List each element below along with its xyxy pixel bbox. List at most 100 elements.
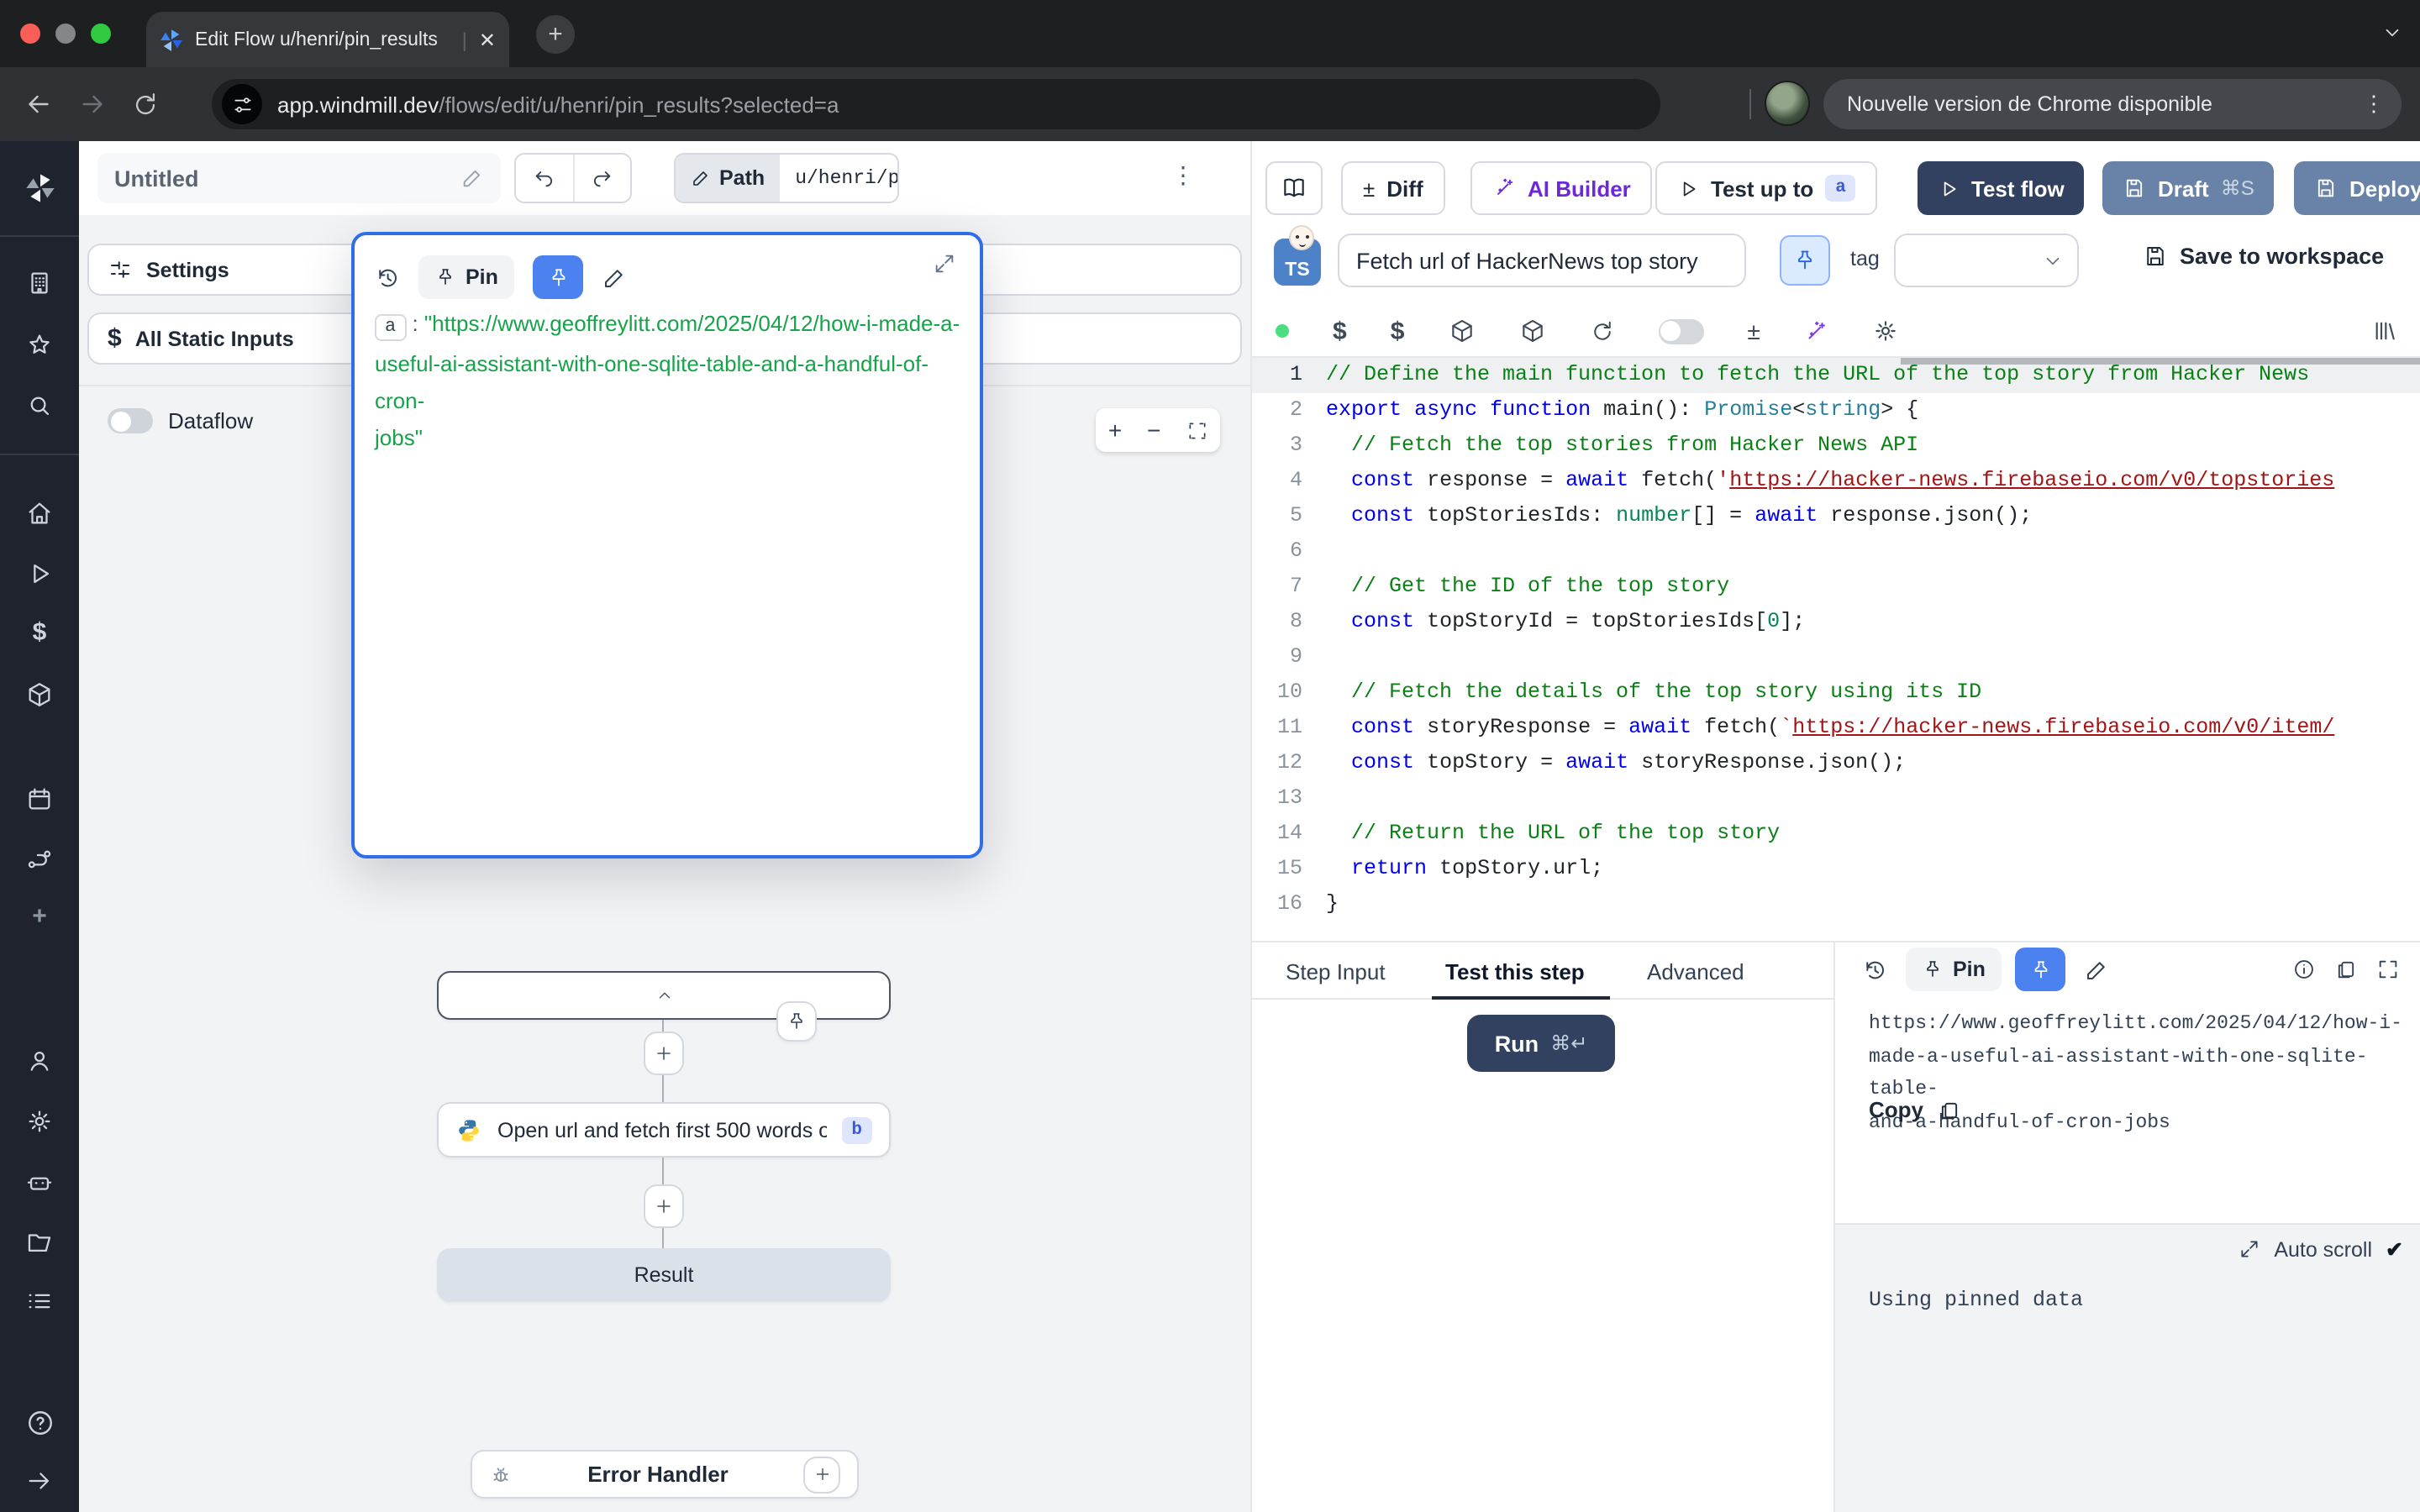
code-line[interactable]: 12 const topStory = await storyResponse.… [1252,746,2420,781]
error-handler-node[interactable]: Error Handler [471,1450,859,1499]
code-line[interactable]: 5 const topStoriesIds: number[] = await … [1252,499,2420,534]
flow-node-step-b[interactable]: Open url and fetch first 500 words of ..… [437,1102,891,1158]
sidebar-item-schedules[interactable] [0,785,79,813]
collapse-chevron-icon[interactable] [655,986,673,1005]
pin-active-button[interactable] [534,255,584,299]
variable-icon[interactable]: $ [1333,318,1347,344]
node-pin-badge[interactable] [776,1001,817,1042]
package-icon[interactable] [1518,318,1545,344]
zoom-in-icon[interactable]: + [1108,417,1122,444]
flow-node-selected[interactable] [437,971,891,1020]
browser-tab[interactable]: Edit Flow u/henri/pin_results | ✕ [146,12,509,67]
collapse-sidebar-icon[interactable] [0,1467,79,1495]
sidebar-item-folders[interactable] [0,1228,79,1257]
edit-path-button[interactable]: Path [676,155,780,202]
path-value[interactable]: u/henri/pin [780,155,899,202]
chrome-update-pill[interactable]: Nouvelle version de Chrome disponible ⋮ [1823,79,2402,129]
close-tab-icon[interactable]: ✕ [479,28,496,51]
sidebar-item-users[interactable] [0,1047,79,1075]
sidebar-item-workspace[interactable] [0,269,79,297]
reload-icon[interactable] [131,90,160,118]
ai-builder-button[interactable]: AI Builder [1470,161,1653,215]
info-icon[interactable] [2292,958,2316,981]
close-window-button[interactable] [20,24,40,44]
edit-name-icon[interactable] [460,166,484,190]
code-line[interactable]: 9 [1252,640,2420,675]
sidebar-item-runs[interactable] [0,559,79,588]
code-line[interactable]: 4 const response = await fetch('https://… [1252,464,2420,499]
tab-test-this-step[interactable]: Test this step [1445,942,1585,1000]
test-up-to-button[interactable]: Test up to a [1655,161,1878,215]
add-error-handler-button[interactable] [803,1456,840,1493]
flow-node-result[interactable]: Result [437,1248,891,1302]
code-line[interactable]: 6 [1252,534,2420,570]
zoom-out-icon[interactable]: − [1147,417,1160,444]
edit-pin-icon[interactable] [2085,957,2110,982]
step-name-input[interactable]: Fetch url of HackerNews top story [1338,234,1746,287]
forward-icon[interactable] [77,89,108,119]
edit-pin-icon[interactable] [602,265,628,290]
pin-toggle-button[interactable]: Pin [418,255,515,299]
resource-icon[interactable]: $ [1391,318,1405,344]
new-tab-button[interactable]: + [536,15,575,54]
search-icon[interactable] [0,391,79,420]
flow-name-input[interactable]: Untitled [97,153,501,203]
diff-icon[interactable]: ± [1747,318,1760,344]
history-icon[interactable] [375,265,400,290]
sidebar-item-resources[interactable] [0,680,79,709]
editor-scrollbar[interactable] [1901,358,2420,365]
maximize-window-button[interactable] [91,24,111,44]
sidebar-item-logs[interactable] [0,1287,79,1315]
code-line[interactable]: 7 // Get the ID of the top story [1252,570,2420,605]
code-line[interactable]: 11 const storyResponse = await fetch(`ht… [1252,711,2420,746]
library-icon[interactable] [2371,318,2398,344]
help-icon[interactable] [0,1408,79,1438]
expand-popup-icon[interactable] [933,252,956,276]
insert-step-button[interactable] [644,1184,684,1228]
profile-avatar[interactable] [1765,81,1810,126]
site-settings-icon[interactable] [222,84,262,124]
ai-assist-icon[interactable] [1804,318,1829,344]
sidebar-item-favorites[interactable] [0,331,79,360]
sidebar-item-flows[interactable] [0,845,79,874]
sidebar-item-variables[interactable]: $ [0,620,79,645]
insert-step-button[interactable] [644,1032,684,1075]
copy-result-icon[interactable] [2334,958,2358,981]
step-pin-button[interactable] [1780,235,1830,286]
auto-scroll-control[interactable]: Auto scroll ✔ [2238,1236,2403,1262]
code-line[interactable]: 10 // Fetch the details of the top story… [1252,675,2420,711]
run-button[interactable]: Run ⌘↵ [1467,1015,1615,1072]
diff-button[interactable]: ± Diff [1341,161,1445,215]
docs-button[interactable] [1265,161,1323,215]
sidebar-item-add[interactable]: + [0,904,79,929]
pin-active-button[interactable] [2016,948,2066,991]
editor-toggle[interactable] [1658,318,1703,344]
code-line[interactable]: 13 [1252,781,2420,816]
redo-button[interactable] [574,155,630,202]
dataflow-toggle[interactable] [108,408,153,433]
undo-button[interactable] [516,155,574,202]
omnibox[interactable]: app.windmill.dev/flows/edit/u/henri/pin_… [212,79,1660,129]
package-icon[interactable] [1448,318,1475,344]
reset-icon[interactable] [1589,318,1614,344]
code-line[interactable]: 14 // Return the URL of the top story [1252,816,2420,852]
more-options-icon[interactable]: ⋮ [1171,161,1195,190]
editor-settings-icon[interactable] [1873,318,1900,344]
sidebar-item-workers[interactable] [0,1168,79,1196]
code-line[interactable]: 15 return topStory.url; [1252,852,2420,887]
sidebar-item-settings[interactable] [0,1107,79,1136]
fullscreen-icon[interactable] [2376,958,2400,981]
draft-button[interactable]: Draft ⌘S [2102,161,2275,215]
code-line[interactable]: 16} [1252,887,2420,922]
tab-advanced[interactable]: Advanced [1647,942,1744,1000]
code-line[interactable]: 2export async function main(): Promise<s… [1252,393,2420,428]
deploy-button[interactable]: Deploy [2294,161,2420,215]
save-to-workspace-button[interactable]: Save to workspace [2143,244,2384,269]
fit-view-icon[interactable] [1186,419,1207,441]
history-icon[interactable] [1862,957,1887,982]
browser-menu-icon[interactable]: ⋮ [2363,91,2385,118]
code-line[interactable]: 3 // Fetch the top stories from Hacker N… [1252,428,2420,464]
tab-search-chevron-icon[interactable] [2381,22,2403,44]
pinned-value[interactable]: a : "https://www.geoffreylitt.com/2025/0… [375,306,966,457]
tab-step-input[interactable]: Step Input [1286,942,1386,1000]
